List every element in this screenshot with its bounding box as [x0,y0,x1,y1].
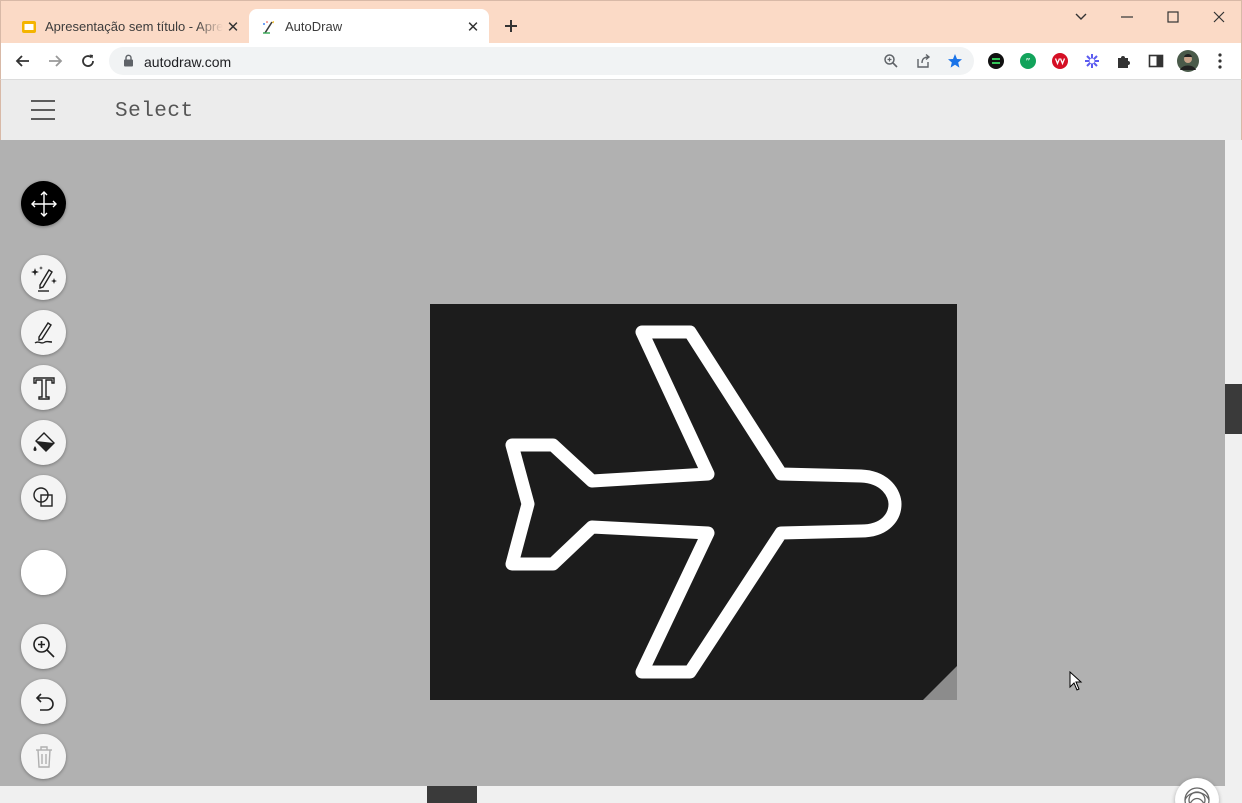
extension-asterisk-icon[interactable] [1083,52,1101,70]
zoom-indicator-icon[interactable] [883,53,899,69]
menu-icon[interactable] [31,100,55,120]
move-arrows-icon [30,190,57,217]
resize-corner[interactable] [923,666,957,700]
share-icon[interactable] [915,53,931,69]
autodraw-icon [261,19,277,35]
browser-tab-bar: Apresentação sem título - Apresentações … [0,0,1242,44]
tab-title: AutoDraw [285,19,343,34]
url-text: autodraw.com [144,54,232,70]
maximize-button[interactable] [1150,4,1196,30]
browser-toolbar: autodraw.com ” [0,43,1242,79]
tab-slides[interactable]: Apresentação sem título - Apresentações … [9,9,249,44]
app-header: Select [0,79,1242,140]
tab-search-icon[interactable] [1058,4,1104,30]
mouse-cursor-icon [1069,670,1083,697]
undo-icon [35,692,54,711]
select-tool[interactable] [21,181,66,226]
magic-pen-icon [30,265,57,292]
tab-autodraw[interactable]: AutoDraw ✕ [249,9,489,44]
new-tab-button[interactable] [499,14,523,38]
fill-tool[interactable] [21,420,66,465]
mode-title: Select [115,100,194,123]
draw-tool[interactable] [21,310,66,355]
delete-button[interactable] [21,734,66,779]
browser-menu-icon[interactable] [1211,52,1229,70]
back-button[interactable] [9,47,37,75]
extension-red-icon[interactable] [1051,52,1069,70]
extension-green-icon[interactable] [987,52,1005,70]
airplane-icon[interactable] [430,304,957,700]
trash-icon [35,745,52,768]
type-tool[interactable] [21,365,66,410]
artboard[interactable] [430,304,957,700]
bookmark-star-icon[interactable] [947,53,963,69]
color-swatch [21,550,66,595]
pen-icon [34,321,52,344]
horizontal-scrollbar[interactable] [0,786,1225,803]
shapes-icon [32,486,53,507]
minimize-button[interactable] [1104,4,1150,30]
side-panel-icon[interactable] [1147,52,1165,70]
paint-bucket-icon [33,431,55,452]
close-window-button[interactable] [1196,4,1242,30]
address-bar[interactable]: autodraw.com [109,47,974,75]
text-icon [32,376,55,400]
reload-button[interactable] [74,47,102,75]
extensions-puzzle-icon[interactable] [1115,52,1133,70]
forward-button[interactable] [41,47,69,75]
svg-text:”: ” [1025,57,1030,68]
undo-button[interactable] [21,679,66,724]
scroll-thumb[interactable] [427,786,477,803]
profile-avatar[interactable] [1177,50,1199,72]
zoom-tool[interactable] [21,624,66,669]
shape-tool[interactable] [21,475,66,520]
lock-icon[interactable] [123,54,134,72]
zoom-in-icon [32,635,55,658]
tab-title: Apresentação sem título - Apresentações … [45,19,223,34]
scroll-thumb[interactable] [1225,384,1242,434]
close-tab-icon[interactable]: ✕ [223,17,243,37]
autodraw-tool[interactable] [21,255,66,300]
vertical-scrollbar[interactable] [1225,140,1242,803]
slides-icon [21,19,37,35]
close-tab-icon[interactable]: ✕ [463,17,483,37]
color-picker[interactable] [21,550,66,595]
extension-quote-icon[interactable]: ” [1019,52,1037,70]
